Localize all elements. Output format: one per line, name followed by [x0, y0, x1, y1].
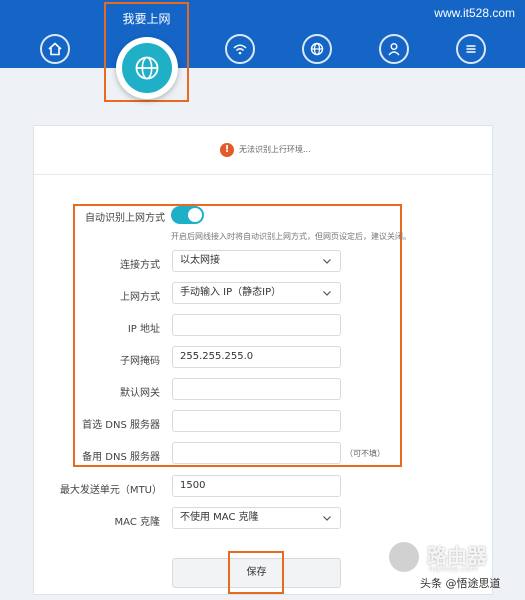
credit-text: 头条 @悟途思道: [420, 577, 501, 590]
mac-clone-label: MAC 克隆: [114, 517, 160, 528]
wifi-icon[interactable]: [225, 34, 255, 64]
ip-input[interactable]: [172, 314, 341, 336]
gateway-input[interactable]: [172, 378, 341, 400]
mask-label: 子网掩码: [120, 356, 160, 367]
settings-card: ! 无法识别上行环境... 自动识别上网方式 开启后网线接入时将自动识别上网方式…: [33, 125, 493, 595]
dns2-label: 备用 DNS 服务器: [82, 452, 160, 463]
auto-detect-toggle[interactable]: [171, 206, 204, 224]
top-header: www.it528.com 我要上网: [0, 0, 525, 102]
status-text: 无法识别上行环境...: [239, 145, 311, 154]
home-icon[interactable]: [40, 34, 70, 64]
watermark-sub: luyouqi.com: [429, 564, 478, 573]
warning-icon: !: [220, 143, 234, 157]
status-bar: ! 无法识别上行环境...: [34, 126, 492, 175]
mtu-input[interactable]: 1500: [172, 475, 341, 497]
dns1-input[interactable]: [172, 410, 341, 432]
mac-clone-value: 不使用 MAC 克隆: [180, 512, 259, 523]
user-icon[interactable]: [379, 34, 409, 64]
dns2-input[interactable]: [172, 442, 341, 464]
wan-type-value: 手动输入 IP（静态IP）: [180, 287, 282, 298]
router-globe-icon[interactable]: [302, 34, 332, 64]
auto-detect-hint: 开启后网线接入时将自动识别上网方式，但网页设定后，建议关闭。: [171, 232, 411, 241]
auto-detect-label: 自动识别上网方式: [85, 213, 165, 224]
dns1-label: 首选 DNS 服务器: [82, 420, 160, 431]
watermark: 路由器 luyouqi.com: [389, 540, 519, 574]
connection-type-select[interactable]: 以太网接: [172, 250, 341, 272]
globe-icon: [122, 43, 172, 93]
ip-label: IP 地址: [127, 324, 160, 335]
tab-internet-highlight[interactable]: 我要上网: [104, 2, 189, 102]
site-url: www.it528.com: [434, 6, 515, 20]
toggle-knob: [188, 208, 202, 222]
tab-internet-label: 我要上网: [122, 12, 171, 26]
connection-type-label: 连接方式: [120, 260, 160, 271]
chevron-down-icon: [323, 291, 331, 296]
dns2-optional-note: （可不填）: [345, 449, 385, 458]
menu-icon[interactable]: [456, 34, 486, 64]
wan-type-label: 上网方式: [120, 292, 160, 303]
mask-input[interactable]: 255.255.255.0: [172, 346, 341, 368]
chevron-down-icon: [323, 259, 331, 264]
connection-type-value: 以太网接: [180, 255, 220, 266]
router-logo-icon: [389, 542, 419, 572]
mac-clone-select[interactable]: 不使用 MAC 克隆: [172, 507, 341, 529]
gateway-label: 默认网关: [120, 388, 160, 399]
wan-type-select[interactable]: 手动输入 IP（静态IP）: [172, 282, 341, 304]
tab-internet[interactable]: [116, 37, 178, 99]
chevron-down-icon: [323, 516, 331, 521]
mtu-label: 最大发送单元（MTU）: [59, 485, 162, 496]
save-button[interactable]: 保存: [172, 558, 341, 588]
